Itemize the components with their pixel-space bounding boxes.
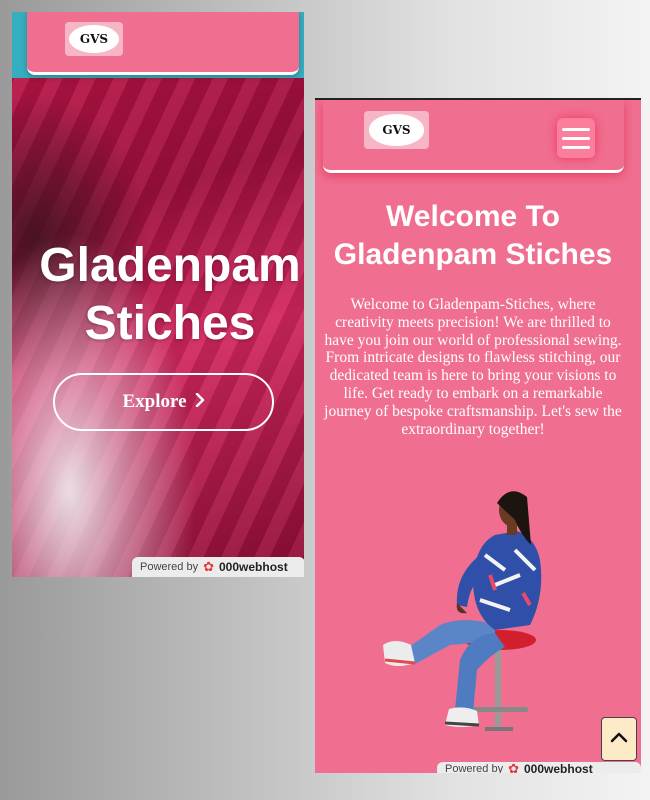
explore-button-label: Explore	[122, 391, 187, 412]
hamburger-bar	[562, 136, 590, 140]
logo-mark: GVS	[368, 114, 425, 146]
hamburger-menu-button[interactable]	[557, 118, 595, 158]
powered-by-badge[interactable]: Powered by ✿ 000webhost	[132, 557, 304, 577]
powered-by-brand: 000webhost	[524, 762, 593, 773]
scroll-to-top-button[interactable]	[601, 717, 637, 761]
webhost-logo-icon: ✿	[508, 761, 519, 773]
navbar: GVS	[323, 100, 624, 173]
hamburger-bar	[562, 145, 590, 149]
mobile-screen-home-hero: GVS Gladenpam Stiches Explore Powered by…	[12, 12, 304, 577]
hero-title-line2: Stiches	[84, 297, 256, 350]
powered-by-label: Powered by	[140, 561, 199, 573]
webhost-logo-icon: ✿	[203, 559, 214, 574]
mobile-screen-welcome: GVS Welcome To Gladenpam Stiches Welcome…	[315, 98, 641, 773]
hero-title: Gladenpam Stiches	[12, 237, 304, 353]
welcome-title: Welcome To Gladenpam Stiches	[315, 198, 631, 274]
powered-by-brand: 000webhost	[219, 560, 288, 574]
chevron-up-icon	[610, 730, 628, 748]
hamburger-menu-icon	[562, 127, 590, 131]
powered-by-badge[interactable]: Powered by ✿ 000webhost	[437, 761, 641, 773]
site-logo[interactable]: GVS	[65, 22, 123, 56]
hero-title-line1: Gladenpam	[39, 239, 301, 292]
chevron-right-icon	[195, 391, 205, 413]
welcome-title-line2: Gladenpam Stiches	[333, 238, 613, 271]
seated-woman-image	[383, 491, 542, 731]
explore-button[interactable]: Explore	[53, 373, 274, 431]
powered-by-label: Powered by	[445, 763, 504, 773]
site-logo[interactable]: GVS	[364, 111, 429, 149]
navbar: GVS	[27, 12, 299, 75]
intro-paragraph: Welcome to Gladenpam-Stiches, where crea…	[324, 296, 622, 438]
welcome-title-line1: Welcome To	[386, 200, 560, 233]
logo-mark: GVS	[69, 25, 119, 53]
